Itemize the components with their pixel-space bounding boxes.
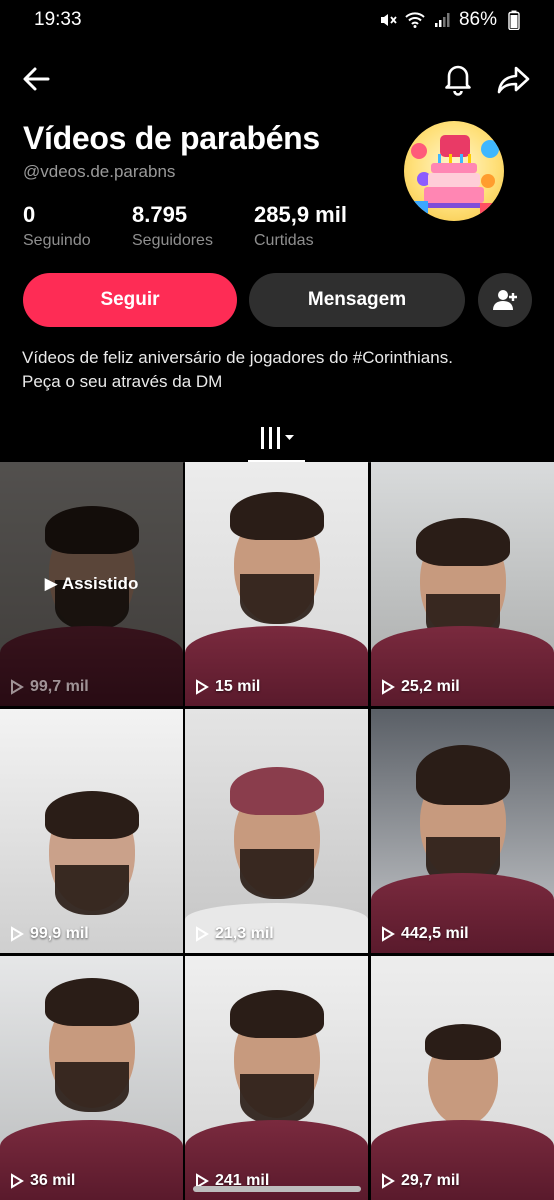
stat-value: 285,9 mil xyxy=(254,202,347,227)
tab-videos-grid[interactable] xyxy=(248,416,305,462)
play-outline-icon xyxy=(196,926,209,942)
bio-line: Peça o seu através da DM xyxy=(22,372,223,391)
birthday-cake-icon xyxy=(411,135,499,215)
bio-line: Vídeos de feliz aniversário de jogadores… xyxy=(22,348,453,367)
share-icon[interactable] xyxy=(495,60,533,98)
video-grid: ▶ Assistido 99,7 mil 15 mil 25,2 mil 99,… xyxy=(0,462,554,1200)
play-outline-icon xyxy=(11,679,24,695)
status-bar: 19:33 86% xyxy=(0,0,554,44)
grid-icon xyxy=(260,427,294,449)
play-outline-icon xyxy=(196,679,209,695)
top-bar xyxy=(0,54,554,102)
play-outline-icon xyxy=(382,1173,395,1189)
stat-followers[interactable]: 8.795 Seguidores xyxy=(132,202,254,250)
video-thumbnail[interactable]: 442,5 mil xyxy=(371,709,554,953)
profile-bio: Vídeos de feliz aniversário de jogadores… xyxy=(22,346,532,394)
stat-value: 8.795 xyxy=(132,202,188,227)
play-outline-icon xyxy=(11,1173,24,1189)
status-icons: 86% xyxy=(378,9,524,31)
stat-label: Curtidas xyxy=(254,232,314,249)
profile-stats: 0 Seguindo 8.795 Seguidores 285,9 mil Cu… xyxy=(23,202,384,250)
play-outline-icon xyxy=(382,679,395,695)
stat-value: 0 xyxy=(23,202,36,227)
content-tabs xyxy=(0,410,554,463)
video-thumbnail[interactable]: 29,7 mil xyxy=(371,956,554,1200)
play-outline-icon xyxy=(382,926,395,942)
profile-name: Vídeos de parabéns xyxy=(23,120,320,156)
view-count: 21,3 mil xyxy=(195,925,274,943)
video-thumbnail[interactable]: 241 mil xyxy=(185,956,368,1200)
signal-icon xyxy=(432,10,452,30)
view-count: 99,7 mil xyxy=(10,678,89,696)
add-user-icon xyxy=(493,290,517,310)
view-count: 99,9 mil xyxy=(10,925,89,943)
stat-label: Seguidores xyxy=(132,232,213,249)
stat-label: Seguindo xyxy=(23,232,91,249)
profile-handle: @vdeos.de.parabns xyxy=(23,162,176,181)
stat-likes[interactable]: 285,9 mil Curtidas xyxy=(254,202,384,250)
profile-avatar[interactable] xyxy=(404,121,504,221)
stat-following[interactable]: 0 Seguindo xyxy=(23,202,132,250)
battery-icon xyxy=(504,10,524,30)
play-icon: ▶ xyxy=(44,574,58,593)
video-thumbnail[interactable]: 99,9 mil xyxy=(0,709,183,953)
mute-icon xyxy=(378,10,398,30)
wifi-icon xyxy=(405,10,425,30)
back-arrow-icon[interactable] xyxy=(20,62,54,96)
view-count: 36 mil xyxy=(10,1172,75,1190)
video-thumbnail[interactable]: 36 mil xyxy=(0,956,183,1200)
video-thumbnail[interactable]: ▶ Assistido 99,7 mil xyxy=(0,462,183,706)
home-indicator[interactable] xyxy=(193,1186,361,1192)
add-friend-button[interactable] xyxy=(478,273,532,327)
bell-icon[interactable] xyxy=(440,60,476,96)
video-thumbnail[interactable]: 21,3 mil xyxy=(185,709,368,953)
view-count: 29,7 mil xyxy=(381,1172,460,1190)
battery-percent: 86% xyxy=(458,9,497,30)
view-count: 15 mil xyxy=(195,678,260,696)
message-button[interactable]: Mensagem xyxy=(249,273,465,327)
follow-button[interactable]: Seguir xyxy=(23,273,237,327)
status-time: 19:33 xyxy=(34,9,82,30)
video-thumbnail[interactable]: 15 mil xyxy=(185,462,368,706)
play-outline-icon xyxy=(11,926,24,942)
watched-label: ▶ Assistido xyxy=(44,574,139,593)
video-thumbnail[interactable]: 25,2 mil xyxy=(371,462,554,706)
view-count: 25,2 mil xyxy=(381,678,460,696)
view-count: 442,5 mil xyxy=(381,925,469,943)
